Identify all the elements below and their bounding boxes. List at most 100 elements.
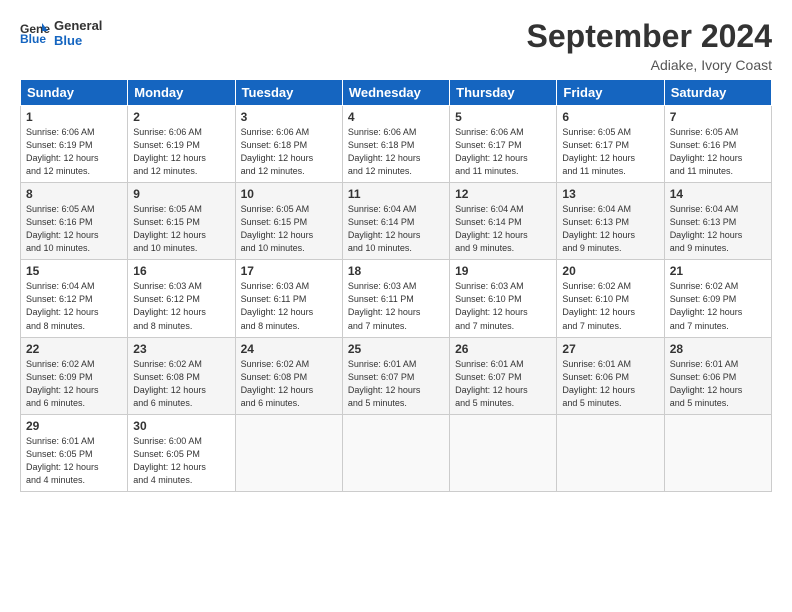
calendar-cell: 17 Sunrise: 6:03 AM Sunset: 6:11 PM Dayli… — [235, 260, 342, 337]
day-info: Sunrise: 6:03 AM Sunset: 6:12 PM Dayligh… — [133, 280, 229, 332]
calendar-cell: 16 Sunrise: 6:03 AM Sunset: 6:12 PM Dayli… — [128, 260, 235, 337]
day-number: 18 — [348, 264, 444, 278]
day-number: 12 — [455, 187, 551, 201]
weekday-header-row: SundayMondayTuesdayWednesdayThursdayFrid… — [21, 80, 772, 106]
day-number: 13 — [562, 187, 658, 201]
day-info: Sunrise: 6:05 AM Sunset: 6:15 PM Dayligh… — [133, 203, 229, 255]
day-info: Sunrise: 6:01 AM Sunset: 6:07 PM Dayligh… — [348, 358, 444, 410]
day-info: Sunrise: 6:00 AM Sunset: 6:05 PM Dayligh… — [133, 435, 229, 487]
day-info: Sunrise: 6:01 AM Sunset: 6:07 PM Dayligh… — [455, 358, 551, 410]
svg-text:Blue: Blue — [20, 32, 46, 45]
calendar-cell: 13 Sunrise: 6:04 AM Sunset: 6:13 PM Dayli… — [557, 183, 664, 260]
calendar-cell: 14Sunrise: 6:04 AM Sunset: 6:13 PM Dayli… — [664, 183, 771, 260]
day-number: 2 — [133, 110, 229, 124]
day-info: Sunrise: 6:02 AM Sunset: 6:09 PM Dayligh… — [26, 358, 122, 410]
day-number: 1 — [26, 110, 122, 124]
day-number: 5 — [455, 110, 551, 124]
day-number: 19 — [455, 264, 551, 278]
day-info: Sunrise: 6:04 AM Sunset: 6:14 PM Dayligh… — [455, 203, 551, 255]
header: General Blue General Blue September 2024… — [20, 18, 772, 73]
calendar-cell: 9 Sunrise: 6:05 AM Sunset: 6:15 PM Daylig… — [128, 183, 235, 260]
day-number: 28 — [670, 342, 766, 356]
day-number: 8 — [26, 187, 122, 201]
logo-general: General — [54, 18, 102, 33]
day-number: 15 — [26, 264, 122, 278]
location: Adiake, Ivory Coast — [527, 57, 772, 73]
calendar-cell: 4 Sunrise: 6:06 AM Sunset: 6:18 PM Daylig… — [342, 106, 449, 183]
week-row-4: 22Sunrise: 6:02 AM Sunset: 6:09 PM Dayli… — [21, 337, 772, 414]
calendar-cell: 25Sunrise: 6:01 AM Sunset: 6:07 PM Dayli… — [342, 337, 449, 414]
day-info: Sunrise: 6:01 AM Sunset: 6:06 PM Dayligh… — [562, 358, 658, 410]
day-number: 4 — [348, 110, 444, 124]
calendar-table: SundayMondayTuesdayWednesdayThursdayFrid… — [20, 79, 772, 492]
day-info: Sunrise: 6:06 AM Sunset: 6:18 PM Dayligh… — [348, 126, 444, 178]
day-info: Sunrise: 6:02 AM Sunset: 6:09 PM Dayligh… — [670, 280, 766, 332]
day-info: Sunrise: 6:02 AM Sunset: 6:08 PM Dayligh… — [133, 358, 229, 410]
week-row-3: 15 Sunrise: 6:04 AM Sunset: 6:12 PM Dayli… — [21, 260, 772, 337]
calendar-cell — [450, 414, 557, 491]
day-info: Sunrise: 6:01 AM Sunset: 6:06 PM Dayligh… — [670, 358, 766, 410]
calendar-cell: 19 Sunrise: 6:03 AM Sunset: 6:10 PM Dayli… — [450, 260, 557, 337]
logo: General Blue General Blue — [20, 18, 102, 48]
weekday-monday: Monday — [128, 80, 235, 106]
calendar-cell: 11Sunrise: 6:04 AM Sunset: 6:14 PM Dayli… — [342, 183, 449, 260]
day-info: Sunrise: 6:05 AM Sunset: 6:16 PM Dayligh… — [26, 203, 122, 255]
day-number: 27 — [562, 342, 658, 356]
day-info: Sunrise: 6:03 AM Sunset: 6:10 PM Dayligh… — [455, 280, 551, 332]
title-block: September 2024 Adiake, Ivory Coast — [527, 18, 772, 73]
day-info: Sunrise: 6:03 AM Sunset: 6:11 PM Dayligh… — [348, 280, 444, 332]
day-info: Sunrise: 6:04 AM Sunset: 6:13 PM Dayligh… — [670, 203, 766, 255]
weekday-thursday: Thursday — [450, 80, 557, 106]
day-info: Sunrise: 6:05 AM Sunset: 6:17 PM Dayligh… — [562, 126, 658, 178]
calendar-cell: 2 Sunrise: 6:06 AM Sunset: 6:19 PM Daylig… — [128, 106, 235, 183]
day-info: Sunrise: 6:02 AM Sunset: 6:08 PM Dayligh… — [241, 358, 337, 410]
day-number: 16 — [133, 264, 229, 278]
day-info: Sunrise: 6:06 AM Sunset: 6:17 PM Dayligh… — [455, 126, 551, 178]
calendar-cell — [235, 414, 342, 491]
calendar-body: 1 Sunrise: 6:06 AM Sunset: 6:19 PM Daylig… — [21, 106, 772, 492]
calendar-cell — [664, 414, 771, 491]
logo-icon: General Blue — [20, 21, 50, 45]
calendar-cell: 6 Sunrise: 6:05 AM Sunset: 6:17 PM Daylig… — [557, 106, 664, 183]
calendar-cell: 1 Sunrise: 6:06 AM Sunset: 6:19 PM Daylig… — [21, 106, 128, 183]
calendar-cell: 8 Sunrise: 6:05 AM Sunset: 6:16 PM Daylig… — [21, 183, 128, 260]
weekday-friday: Friday — [557, 80, 664, 106]
calendar-cell: 7 Sunrise: 6:05 AM Sunset: 6:16 PM Daylig… — [664, 106, 771, 183]
calendar-cell — [342, 414, 449, 491]
calendar-cell: 28 Sunrise: 6:01 AM Sunset: 6:06 PM Dayli… — [664, 337, 771, 414]
day-number: 10 — [241, 187, 337, 201]
day-info: Sunrise: 6:06 AM Sunset: 6:18 PM Dayligh… — [241, 126, 337, 178]
calendar-cell: 27 Sunrise: 6:01 AM Sunset: 6:06 PM Dayli… — [557, 337, 664, 414]
day-number: 9 — [133, 187, 229, 201]
weekday-tuesday: Tuesday — [235, 80, 342, 106]
day-number: 3 — [241, 110, 337, 124]
week-row-1: 1 Sunrise: 6:06 AM Sunset: 6:19 PM Daylig… — [21, 106, 772, 183]
page: General Blue General Blue September 2024… — [0, 0, 792, 612]
day-info: Sunrise: 6:04 AM Sunset: 6:12 PM Dayligh… — [26, 280, 122, 332]
calendar-cell: 10Sunrise: 6:05 AM Sunset: 6:15 PM Dayli… — [235, 183, 342, 260]
day-number: 24 — [241, 342, 337, 356]
calendar-cell: 12 Sunrise: 6:04 AM Sunset: 6:14 PM Dayli… — [450, 183, 557, 260]
weekday-wednesday: Wednesday — [342, 80, 449, 106]
week-row-5: 29Sunrise: 6:01 AM Sunset: 6:05 PM Dayli… — [21, 414, 772, 491]
calendar-cell: 30 Sunrise: 6:00 AM Sunset: 6:05 PM Dayli… — [128, 414, 235, 491]
day-info: Sunrise: 6:06 AM Sunset: 6:19 PM Dayligh… — [26, 126, 122, 178]
calendar-cell: 20Sunrise: 6:02 AM Sunset: 6:10 PM Dayli… — [557, 260, 664, 337]
calendar-cell: 15 Sunrise: 6:04 AM Sunset: 6:12 PM Dayli… — [21, 260, 128, 337]
day-info: Sunrise: 6:03 AM Sunset: 6:11 PM Dayligh… — [241, 280, 337, 332]
day-number: 30 — [133, 419, 229, 433]
day-info: Sunrise: 6:01 AM Sunset: 6:05 PM Dayligh… — [26, 435, 122, 487]
day-number: 23 — [133, 342, 229, 356]
day-info: Sunrise: 6:05 AM Sunset: 6:16 PM Dayligh… — [670, 126, 766, 178]
calendar-cell: 22Sunrise: 6:02 AM Sunset: 6:09 PM Dayli… — [21, 337, 128, 414]
calendar-cell: 29Sunrise: 6:01 AM Sunset: 6:05 PM Dayli… — [21, 414, 128, 491]
logo-blue: Blue — [54, 33, 102, 48]
day-info: Sunrise: 6:04 AM Sunset: 6:13 PM Dayligh… — [562, 203, 658, 255]
day-number: 7 — [670, 110, 766, 124]
calendar-cell: 21Sunrise: 6:02 AM Sunset: 6:09 PM Dayli… — [664, 260, 771, 337]
calendar-cell — [557, 414, 664, 491]
day-number: 6 — [562, 110, 658, 124]
day-number: 11 — [348, 187, 444, 201]
day-info: Sunrise: 6:06 AM Sunset: 6:19 PM Dayligh… — [133, 126, 229, 178]
day-number: 17 — [241, 264, 337, 278]
